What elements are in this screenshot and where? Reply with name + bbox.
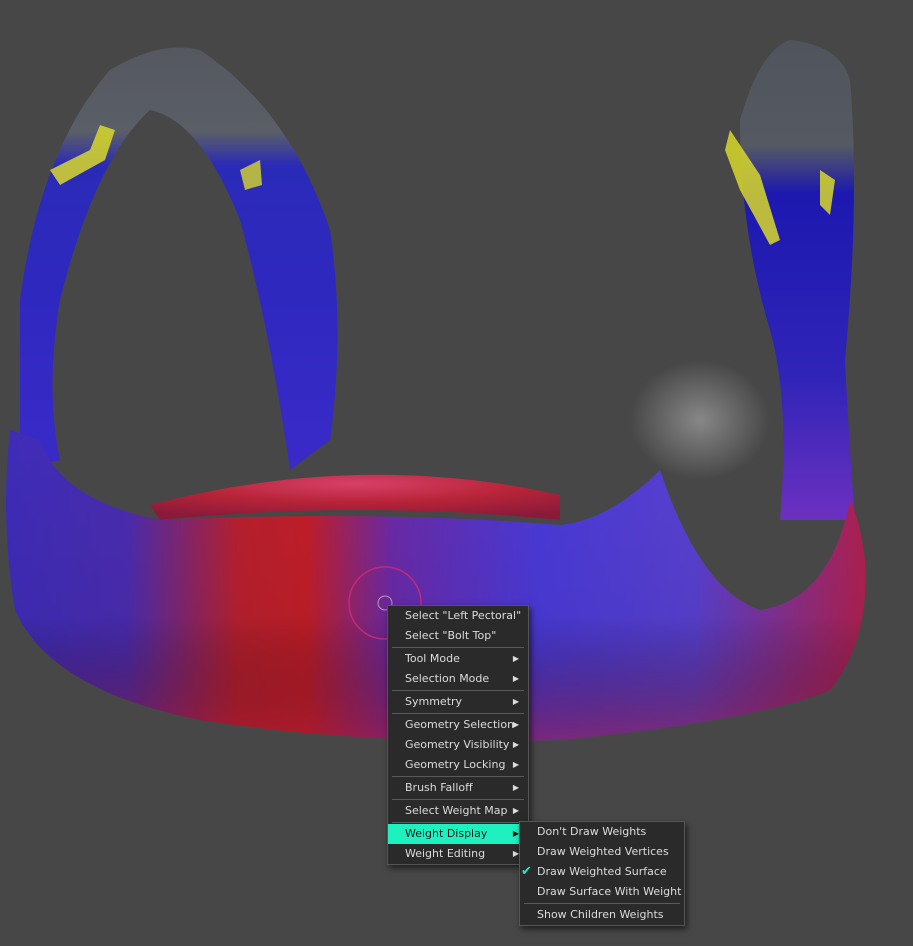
submenu-item-draw-weighted-surface[interactable]: ✔ Draw Weighted Surface [520, 862, 684, 882]
menu-separator [392, 799, 524, 800]
menu-separator [392, 822, 524, 823]
context-menu: Select "Left Pectoral" Select "Bolt Top"… [387, 605, 529, 865]
menu-item-geometry-visibility[interactable]: Geometry Visibility ▶ [388, 735, 528, 755]
submenu-arrow-icon: ▶ [512, 783, 519, 792]
menu-separator [392, 647, 524, 648]
menu-item-symmetry[interactable]: Symmetry ▶ [388, 692, 528, 712]
submenu-arrow-icon: ▶ [512, 760, 519, 769]
submenu-arrow-icon: ▶ [512, 806, 519, 815]
menu-item-geometry-selection[interactable]: Geometry Selection ▶ [388, 715, 528, 735]
submenu-arrow-icon: ▶ [512, 740, 519, 749]
submenu-item-dont-draw-weights[interactable]: Don't Draw Weights [520, 822, 684, 842]
submenu-item-draw-weighted-vertices[interactable]: Draw Weighted Vertices [520, 842, 684, 862]
menu-item-tool-mode[interactable]: Tool Mode ▶ [388, 649, 528, 669]
menu-separator [392, 776, 524, 777]
menu-separator [392, 690, 524, 691]
fabric-sheen [630, 360, 770, 480]
submenu-arrow-icon: ▶ [512, 674, 519, 683]
check-icon: ✔ [521, 864, 532, 879]
submenu-arrow-icon: ▶ [512, 654, 519, 663]
weight-display-submenu: Don't Draw Weights Draw Weighted Vertice… [519, 821, 685, 926]
inner-back-panel [150, 474, 560, 520]
menu-item-selection-mode[interactable]: Selection Mode ▶ [388, 669, 528, 689]
menu-item-brush-falloff[interactable]: Brush Falloff ▶ [388, 778, 528, 798]
menu-separator [524, 903, 680, 904]
submenu-arrow-icon: ▶ [512, 720, 519, 729]
submenu-item-draw-surface-with-weight[interactable]: Draw Surface With Weight [520, 882, 684, 902]
menu-item-select-bolt-top[interactable]: Select "Bolt Top" [388, 626, 528, 646]
menu-item-select-left-pectoral[interactable]: Select "Left Pectoral" [388, 606, 528, 626]
menu-item-select-weight-map[interactable]: Select Weight Map ▶ [388, 801, 528, 821]
submenu-arrow-icon: ▶ [512, 697, 519, 706]
menu-item-geometry-locking[interactable]: Geometry Locking ▶ [388, 755, 528, 775]
left-strap [20, 47, 338, 470]
menu-separator [392, 713, 524, 714]
menu-item-weight-editing[interactable]: Weight Editing ▶ [388, 844, 528, 864]
submenu-item-show-children-weights[interactable]: Show Children Weights [520, 905, 684, 925]
menu-item-weight-display[interactable]: Weight Display ▶ [388, 824, 528, 844]
